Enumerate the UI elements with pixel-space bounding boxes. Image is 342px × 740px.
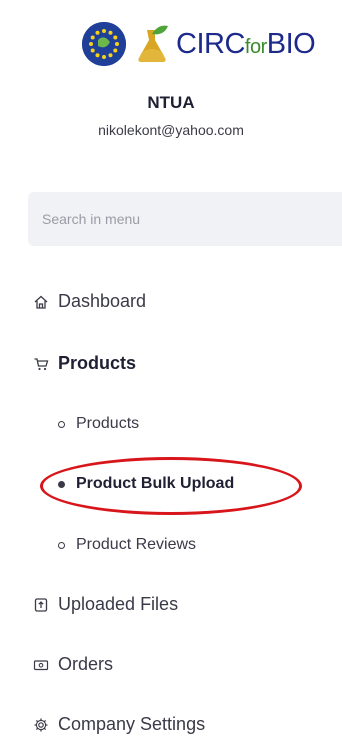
logo[interactable]: CIRCforBIO: [82, 22, 316, 66]
sidebar-item-label: Orders: [58, 654, 114, 674]
sidebar-item-label: Dashboard: [58, 291, 147, 311]
sidebar-item-label: Products: [58, 353, 137, 373]
gear-icon: [32, 716, 50, 734]
circle-bullet-icon: [58, 420, 65, 428]
circle-bullet-icon: [58, 541, 65, 549]
sidebar-item-dashboard[interactable]: Dashboard: [32, 291, 146, 312]
sidebar-item-orders[interactable]: Orders: [32, 654, 113, 675]
sidebar-subitem-label: Product Reviews: [76, 536, 197, 553]
search-placeholder: Search in menu: [42, 211, 141, 227]
brand-name: CIRCforBIO: [176, 27, 316, 60]
sidebar-item-label: Company Settings: [58, 714, 206, 734]
sidebar-item-label: Uploaded Files: [58, 594, 179, 614]
eu-flag-icon: [82, 22, 126, 66]
flask-leaf-icon: [130, 22, 174, 66]
folder-upload-icon: [32, 596, 50, 614]
sidebar-item-company-settings[interactable]: Company Settings: [32, 714, 205, 735]
sidebar-subitem-label: Products: [76, 415, 140, 432]
organization-name: NTUA: [147, 93, 195, 112]
sidebar-subitem-product-reviews[interactable]: Product Reviews: [58, 536, 196, 554]
sidebar-item-products[interactable]: Products: [32, 353, 136, 374]
search-input[interactable]: Search in menu: [28, 192, 342, 246]
money-icon: [32, 656, 50, 674]
user-email: nikolekont@yahoo.com: [98, 122, 244, 138]
highlight-annotation-ellipse: [40, 457, 302, 515]
home-icon: [32, 293, 50, 311]
sidebar-item-uploaded-files[interactable]: Uploaded Files: [32, 594, 178, 615]
cart-icon: [32, 355, 50, 373]
sidebar-subitem-products[interactable]: Products: [58, 415, 139, 433]
